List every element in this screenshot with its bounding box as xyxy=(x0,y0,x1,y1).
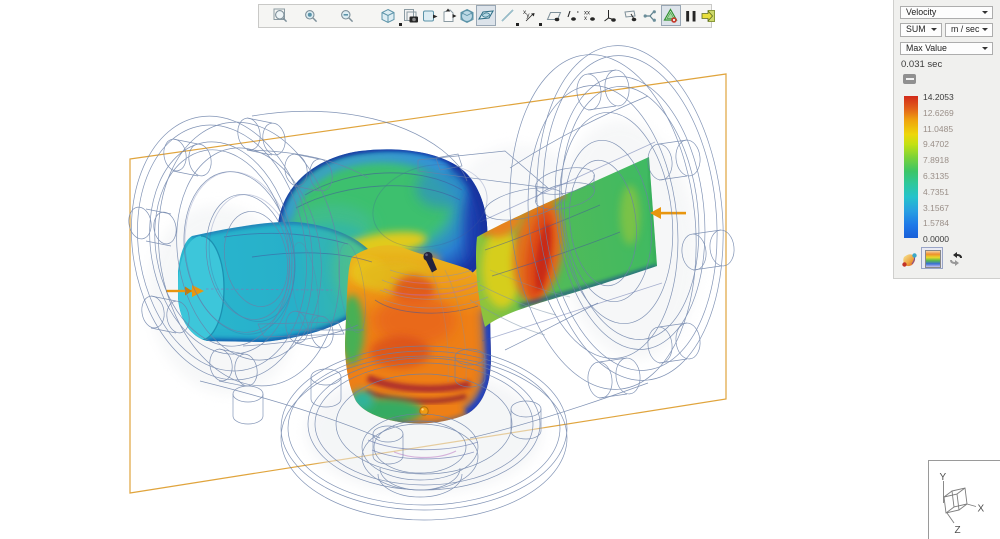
svg-text:Z: Z xyxy=(955,525,961,536)
svg-text:X: X xyxy=(978,504,985,515)
svg-text:x: x xyxy=(584,16,587,22)
svg-text:Y: Y xyxy=(940,472,947,483)
